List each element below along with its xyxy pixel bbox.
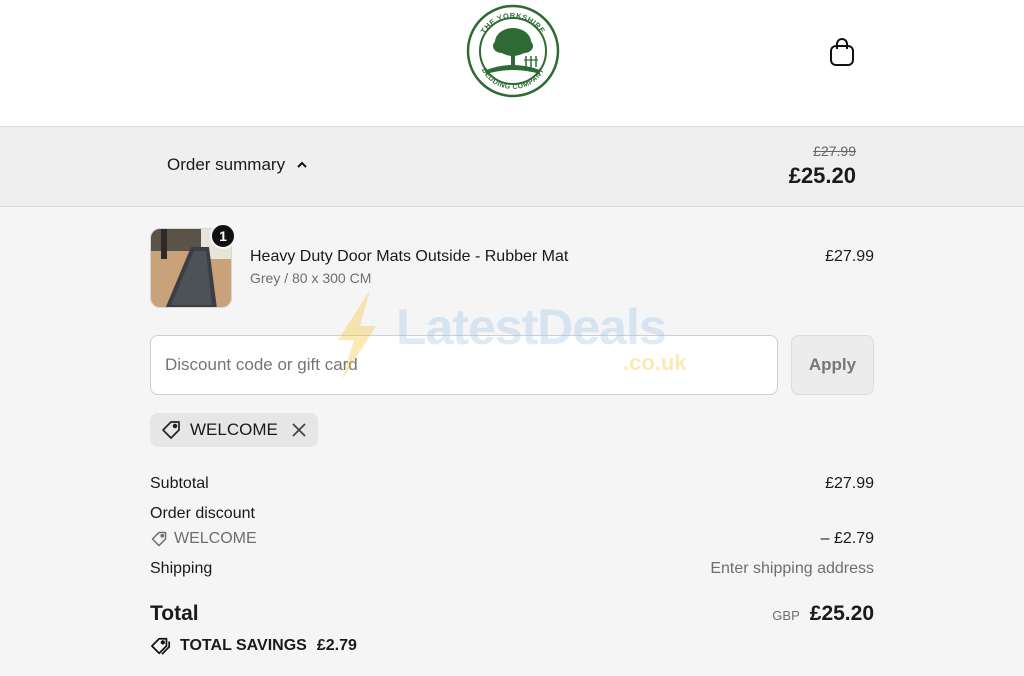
original-price: £27.99	[813, 143, 856, 159]
discount-code-input[interactable]	[150, 335, 778, 395]
quantity-badge: 1	[210, 223, 236, 249]
total-amount: £25.20	[809, 602, 874, 625]
applied-discount-code: WELCOME	[190, 420, 278, 439]
company-logo[interactable]: THE YORKSHIRE BEDDING COMPANY	[466, 4, 560, 98]
product-line-item: 1 Heavy Duty Door Mats Outside - Rubber …	[150, 223, 874, 310]
total-savings-value: £2.79	[316, 637, 357, 654]
apply-button[interactable]: Apply	[791, 335, 874, 395]
tag-icon	[151, 531, 167, 547]
total-savings-label: TOTAL SAVINGS	[180, 637, 307, 654]
order-summary-bar: Order summary £27.99 £25.20	[0, 127, 1024, 207]
order-summary-label: Order summary	[167, 155, 286, 174]
tags-icon	[151, 637, 171, 655]
total-savings: TOTAL SAVINGS £2.79	[150, 636, 357, 656]
applied-discount-chip: WELCOME	[150, 413, 318, 447]
remove-discount-icon[interactable]	[290, 421, 308, 439]
order-discount-code: WELCOME	[174, 530, 257, 547]
product-price: £27.99	[825, 248, 874, 265]
order-discount-code-row: WELCOME	[150, 530, 257, 548]
chevron-up-icon	[297, 161, 307, 168]
product-variant: Grey / 80 x 300 CM	[250, 270, 372, 286]
product-title: Heavy Duty Door Mats Outside - Rubber Ma…	[250, 248, 569, 265]
subtotal-value: £27.99	[825, 475, 874, 492]
order-discount-label: Order discount	[150, 505, 255, 522]
tag-icon	[162, 421, 180, 439]
subtotal-label: Subtotal	[150, 475, 209, 492]
total-currency: GBP	[772, 608, 800, 623]
order-summary-toggle[interactable]: Order summary	[167, 155, 309, 175]
shipping-label: Shipping	[150, 560, 213, 577]
order-discount-value: – £2.79	[820, 530, 874, 547]
discounted-price: £25.20	[788, 163, 856, 188]
shopping-bag-icon[interactable]	[828, 37, 856, 67]
site-header: THE YORKSHIRE BEDDING COMPANY	[0, 0, 1024, 127]
total-label: Total	[150, 602, 199, 625]
total-value: GBP £25.20	[772, 602, 874, 626]
shipping-value: Enter shipping address	[710, 560, 874, 577]
